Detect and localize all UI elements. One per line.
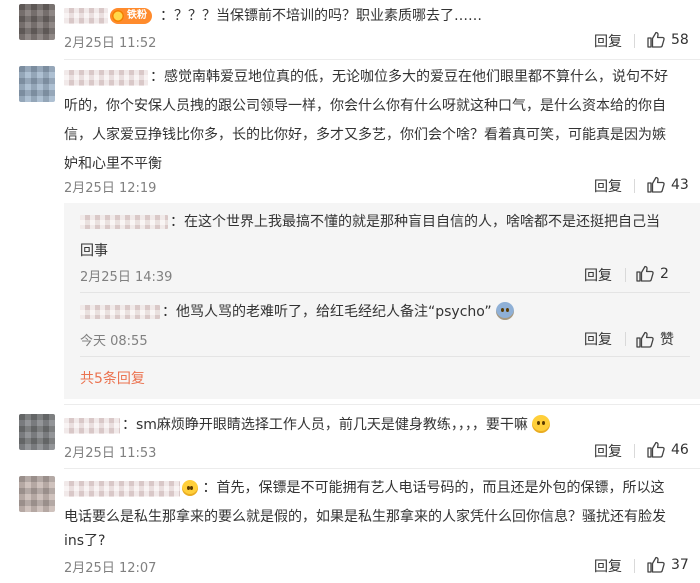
username[interactable] <box>64 8 108 24</box>
avatar[interactable] <box>19 476 55 512</box>
separator <box>80 292 690 293</box>
sub-reply-text-content: ：他骂人骂的老难听了，给红毛经纪人备注“psycho” <box>162 304 492 320</box>
view-more-replies-link[interactable]: 共5条回复 <box>80 368 145 388</box>
thumbs-up-icon <box>647 176 665 193</box>
sub-reply-time: 今天 08:55 <box>80 334 148 349</box>
divider <box>625 268 626 282</box>
like-button[interactable]: 58 <box>647 31 689 48</box>
reply-button[interactable]: 回复 <box>594 31 622 51</box>
sub-reply-text-line-1: ：在这个世界上我最搞不懂的就是那种盲目自信的人，啥啥都不是还挺把自己当 <box>170 214 660 230</box>
username[interactable] <box>64 481 180 497</box>
comment-text-line-3: ins了? <box>64 533 106 549</box>
comment-text-line-1: ：首先，保镖是不可能拥有艺人电话号码的，而且还是外包的保镖，所以这 <box>182 477 694 500</box>
username[interactable] <box>64 70 148 86</box>
like-button[interactable]: 43 <box>647 176 689 193</box>
avatar[interactable] <box>19 4 55 40</box>
thumbs-up-icon <box>636 265 654 282</box>
like-button[interactable]: 2 <box>636 265 669 282</box>
separator <box>64 59 700 60</box>
comment-time: 2月25日 11:53 <box>64 446 157 461</box>
divider <box>634 444 635 458</box>
thumbs-up-icon <box>647 441 665 458</box>
reply-button[interactable]: 回复 <box>584 265 612 285</box>
like-count: 58 <box>671 31 689 48</box>
comment-text-content: ：sm麻烦睁开眼睛选择工作人员，前几天是健身教练，，，，要干嘛 <box>122 417 528 433</box>
emoji-icon <box>496 302 515 320</box>
username[interactable] <box>64 418 120 434</box>
comment-text-line-2: 听的，你个安保人员拽的跟公司领导一样，你会什么你有什么呀就这种口气，是什么资本给… <box>64 98 666 114</box>
sub-reply-text-line-2: 回事 <box>80 243 108 259</box>
divider <box>634 34 635 48</box>
emoji-icon <box>182 480 198 496</box>
fan-badge: 铁粉 <box>110 8 152 24</box>
comment-time: 2月25日 11:52 <box>64 36 157 51</box>
like-count: 2 <box>660 265 669 282</box>
reply-button[interactable]: 回复 <box>594 441 622 461</box>
avatar[interactable] <box>19 66 55 102</box>
thumbs-up-icon <box>636 331 654 348</box>
divider <box>625 332 626 346</box>
comment-text-line-1: ：感觉南韩爱豆地位真的低，无论咖位多大的爱豆在他们眼里都不算什么，说句不好 <box>150 69 668 85</box>
like-count: 43 <box>671 176 689 193</box>
comment-text: ：sm麻烦睁开眼睛选择工作人员，前几天是健身教练，，，，要干嘛 <box>122 414 692 437</box>
fan-badge-label: 铁粉 <box>127 10 147 21</box>
comment-text-line-2: 电话要么是私生那拿来的要么就是假的，如果是私生那拿来的人家凭什么回你信息？骚扰还… <box>64 509 666 525</box>
divider <box>634 559 635 573</box>
comment-text-line-4: 妒和心里不平衡 <box>64 156 162 172</box>
thumbs-up-icon <box>647 31 665 48</box>
comment-text-line-3: 信，人家爱豆挣钱比你多，长的比你好，多才又多艺，你们会个啥？看着真可笑，可能真是… <box>64 127 666 143</box>
like-count: 37 <box>671 556 689 573</box>
separator <box>64 468 700 469</box>
sub-reply-username[interactable] <box>80 215 168 229</box>
comment-text-line-1-content: ：首先，保镖是不可能拥有艺人电话号码的，而且还是外包的保镖，所以这 <box>202 480 665 496</box>
comment-time: 2月25日 12:19 <box>64 181 157 196</box>
separator <box>64 404 700 405</box>
reply-button[interactable]: 回复 <box>594 556 622 576</box>
sub-reply-time: 2月25日 14:39 <box>80 270 173 285</box>
reply-button[interactable]: 回复 <box>594 176 622 196</box>
comment-time: 2月25日 12:07 <box>64 561 157 576</box>
like-button[interactable]: 赞 <box>636 329 674 349</box>
sub-reply-text: ：他骂人骂的老难听了，给红毛经纪人备注“psycho” <box>162 301 692 324</box>
like-button[interactable]: 46 <box>647 441 689 458</box>
avatar[interactable] <box>19 414 55 450</box>
like-button[interactable]: 37 <box>647 556 689 573</box>
like-count: 46 <box>671 441 689 458</box>
emoji-icon <box>532 415 551 433</box>
sub-reply-username[interactable] <box>80 305 160 319</box>
like-label: 赞 <box>660 332 674 348</box>
reply-button[interactable]: 回复 <box>584 329 612 349</box>
fan-badge-icon <box>112 10 124 22</box>
comment-text: ：？？？当保镖前不培训的吗？职业素质哪去了…… <box>160 8 482 24</box>
separator <box>80 356 690 357</box>
thumbs-up-icon <box>647 556 665 573</box>
divider <box>634 179 635 193</box>
